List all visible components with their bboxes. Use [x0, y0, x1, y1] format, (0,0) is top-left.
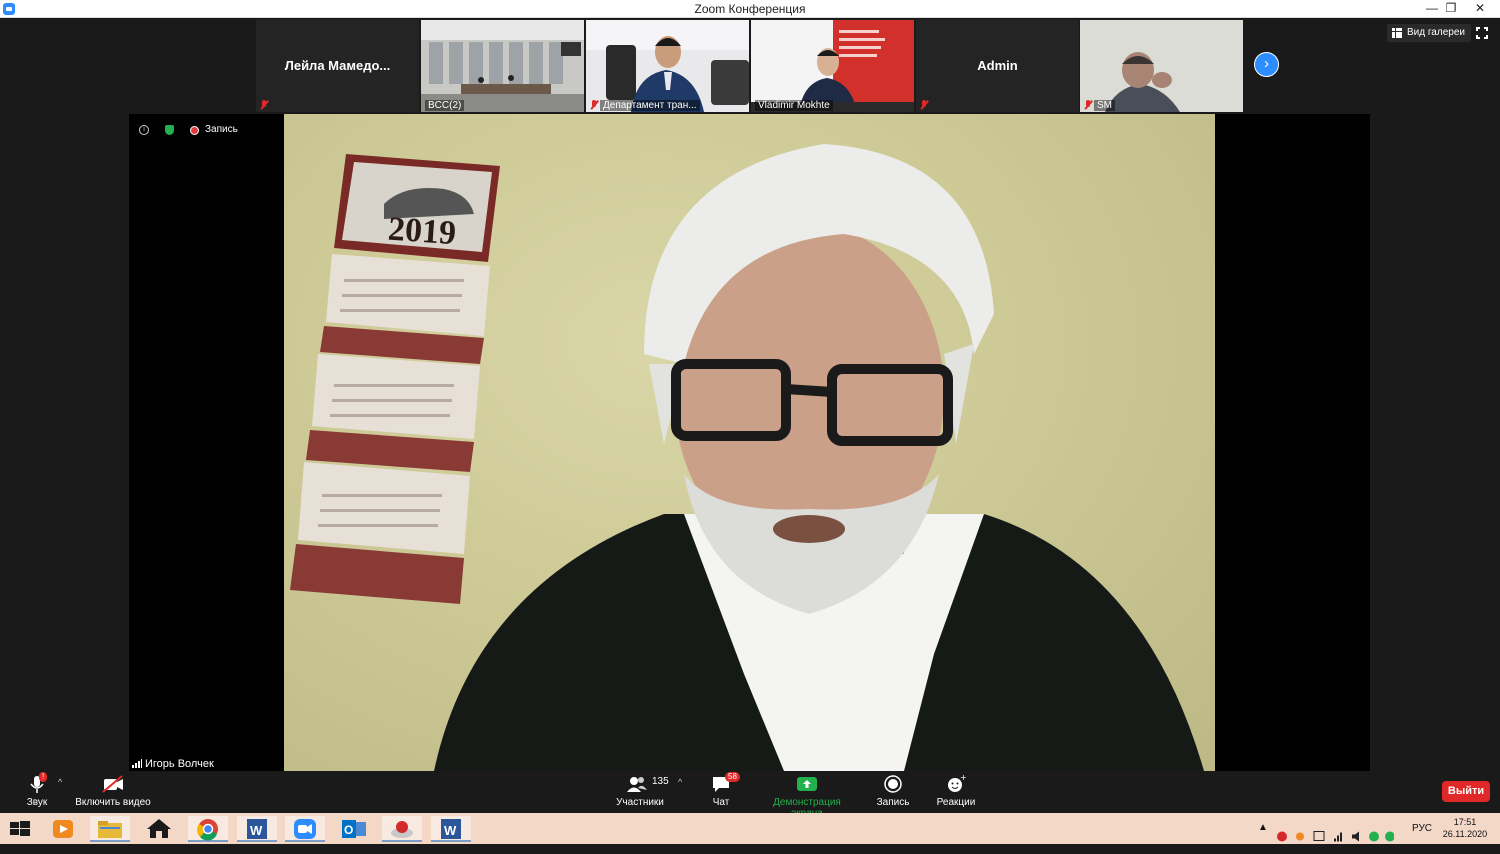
participant-name: Лейла Мамедо... — [284, 58, 391, 73]
participant-video — [751, 20, 914, 112]
participant-tile-2[interactable]: BCC(2) — [421, 20, 584, 112]
audio-warning-badge: ! — [39, 772, 48, 782]
audio-button[interactable]: ! Звук — [22, 772, 52, 808]
mic-muted-icon — [1084, 100, 1092, 110]
svg-text:+: + — [960, 774, 966, 782]
chat-button[interactable]: 58 Чат — [706, 772, 740, 808]
speaker-video-frame: 2019 — [284, 114, 1215, 771]
tray-overflow-caret[interactable]: ▲ — [1258, 822, 1268, 853]
speaker-name-label: Игорь Волчек — [129, 757, 218, 771]
home-taskbar-icon[interactable] — [139, 816, 179, 842]
reactions-icon: + — [934, 773, 978, 794]
meeting-info-icon[interactable]: i — [139, 125, 149, 135]
file-explorer-taskbar-icon[interactable] — [90, 816, 130, 842]
meeting-toolbar: ! Звук ^ Включить видео 135 Участники ^ … — [0, 771, 1500, 819]
outlook-taskbar-icon[interactable]: O — [334, 816, 374, 842]
app-taskbar-icon[interactable] — [382, 816, 422, 842]
record-label: Запись — [876, 797, 910, 808]
reactions-label: Реакции — [936, 797, 976, 808]
participant-label: SM — [1094, 100, 1115, 111]
connection-signal-icon — [132, 759, 142, 768]
fullscreen-icon[interactable] — [1475, 26, 1489, 40]
participants-button[interactable]: 135 Участники — [612, 774, 669, 808]
active-speaker-video: i Запись 2019 Игорь Волчек — [129, 114, 1370, 771]
participant-tile-4[interactable]: Vladimir Mokhte — [751, 20, 914, 112]
participants-icon: 135 — [612, 774, 669, 794]
recording-label: Запись — [205, 124, 238, 135]
word-document-taskbar-icon[interactable]: W — [431, 816, 471, 842]
system-tray-icons[interactable] — [1274, 821, 1394, 852]
participants-options-caret[interactable]: ^ — [678, 777, 682, 787]
participant-tile-6[interactable]: SM — [1080, 20, 1243, 112]
start-video-button[interactable]: Включить видео — [74, 774, 152, 808]
window-title: Zoom Конференция — [694, 2, 806, 16]
participant-label: Vladimir Mokhte — [755, 100, 833, 111]
chat-icon: 58 — [706, 772, 740, 794]
speaker-video-image: 2019 — [290, 144, 1204, 771]
start-button[interactable] — [0, 816, 40, 842]
calendar-year: 2019 — [387, 211, 457, 253]
clock-date: 26.11.2020 — [1442, 829, 1488, 839]
participant-label: BCC(2) — [425, 100, 465, 111]
record-button[interactable]: Запись — [873, 774, 913, 808]
microphone-icon: ! — [22, 772, 52, 794]
participants-count: 135 — [652, 776, 669, 787]
clock-time: 17:51 — [1453, 817, 1477, 827]
chat-label: Чат — [712, 797, 730, 808]
recording-indicator-icon — [190, 126, 199, 135]
participant-label: Департамент тран... — [600, 100, 700, 111]
chrome-taskbar-icon[interactable] — [188, 816, 228, 842]
svg-text:W: W — [444, 823, 457, 838]
participant-tile-5[interactable]: Admin — [916, 20, 1079, 112]
zoom-taskbar-icon[interactable] — [285, 816, 325, 842]
wall-calendar: 2019 — [290, 154, 500, 604]
svg-text:W: W — [250, 823, 263, 838]
window-title-bar: Zoom Конференция — ❐ ✕ — [0, 0, 1500, 18]
participant-video — [586, 20, 749, 112]
participant-video — [421, 20, 584, 112]
word-taskbar-icon[interactable]: W — [237, 816, 277, 842]
next-page-button[interactable]: › — [1254, 52, 1279, 77]
mic-muted-icon — [260, 100, 268, 110]
close-button[interactable]: ✕ — [1466, 0, 1494, 18]
participant-tile-1[interactable]: Лейла Мамедо... — [256, 20, 419, 112]
svg-text:O: O — [344, 823, 353, 837]
grid-icon — [1392, 28, 1402, 38]
participants-label: Участники — [616, 797, 664, 808]
mic-muted-icon — [590, 100, 598, 110]
windows-taskbar: W O W ▲ РУС 17:51 26.11.2020 — [0, 813, 1500, 844]
record-icon — [873, 774, 913, 794]
mic-muted-icon — [920, 100, 928, 110]
zoom-meeting-area: Лейла Мамедо... BCC(2) Департамент тран.… — [0, 18, 1500, 819]
share-screen-icon — [756, 774, 858, 794]
audio-options-caret[interactable]: ^ — [58, 777, 62, 787]
gallery-view-button[interactable]: Вид галереи — [1387, 24, 1471, 42]
chat-unread-badge: 58 — [725, 772, 740, 782]
leave-meeting-button[interactable]: Выйти — [1442, 781, 1490, 802]
gallery-view-label: Вид галереи — [1407, 27, 1465, 38]
participant-name: Admin — [977, 58, 1018, 73]
participant-video — [1080, 20, 1243, 112]
media-player-taskbar-icon[interactable] — [43, 816, 83, 842]
audio-label: Звук — [26, 797, 48, 808]
video-off-icon — [74, 774, 152, 794]
video-label: Включить видео — [75, 797, 151, 808]
system-clock[interactable]: 17:51 26.11.2020 — [1442, 816, 1488, 847]
input-language-indicator[interactable]: РУС — [1412, 823, 1432, 854]
reactions-button[interactable]: + Реакции — [934, 773, 978, 808]
encryption-shield-icon[interactable] — [165, 125, 174, 135]
participant-tile-3[interactable]: Департамент тран... — [586, 20, 749, 112]
restore-button[interactable]: ❐ — [1437, 0, 1465, 18]
